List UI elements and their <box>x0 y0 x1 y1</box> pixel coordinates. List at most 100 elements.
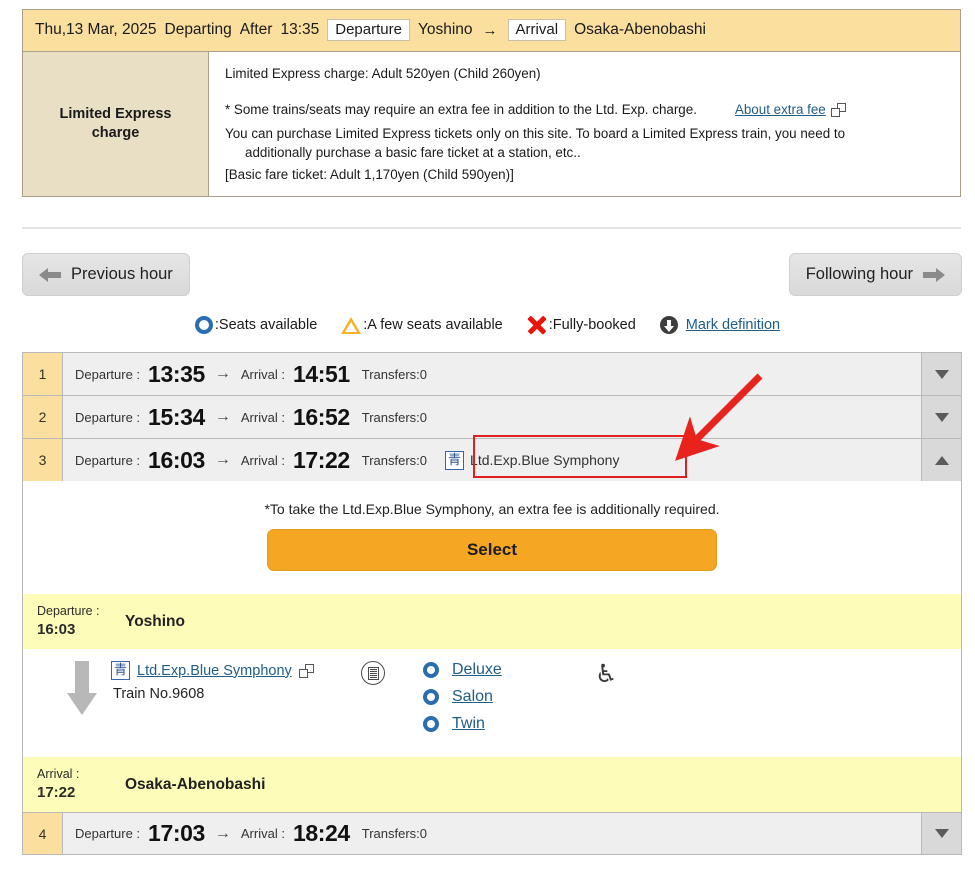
legend-fully-booked-label: :Fully-booked <box>548 317 636 333</box>
legend-fully-booked: :Fully-booked <box>527 315 636 335</box>
arrival-time: 17:22 <box>292 446 350 473</box>
previous-hour-button[interactable]: Previous hour <box>22 253 190 296</box>
route-arrow-icon: → <box>214 824 231 842</box>
chevron-down-icon <box>934 412 949 422</box>
train-number: Train No.9608 <box>113 686 205 703</box>
row-index: 1 <box>23 353 63 395</box>
after-label: After <box>239 21 273 38</box>
row-index: 3 <box>23 439 63 481</box>
departure-label: Departure : <box>75 409 141 425</box>
mark-definition-link[interactable]: Mark definition <box>686 317 780 333</box>
arrival-time-block: Arrival : 17:22 <box>37 766 125 803</box>
circle-ring-icon <box>423 689 439 706</box>
search-summary-box: Thu,13 Mar, 2025 Departing After 13:35 D… <box>22 9 961 198</box>
departure-label: Departure : <box>75 826 141 842</box>
availability-legend: :Seats available :A few seats available … <box>0 315 975 335</box>
route-arrow-icon: → <box>214 408 231 425</box>
x-mark-icon <box>527 315 547 335</box>
chevron-up-icon <box>934 455 949 465</box>
circle-ring-icon <box>194 316 213 334</box>
seat-class-list: Deluxe Salon Twin <box>423 661 573 733</box>
search-date: Thu,13 Mar, 2025 <box>35 21 157 38</box>
list-item[interactable]: Salon <box>423 688 573 706</box>
arrow-left-icon <box>39 267 61 282</box>
row-summary: Departure : 17:03 → Arrival : 18:24 Tran… <box>63 813 921 854</box>
transfers-count: Transfers:0 <box>361 826 428 842</box>
seat-class-salon[interactable]: Salon <box>452 688 493 706</box>
row-expand-toggle[interactable] <box>921 353 961 395</box>
limited-express-charge-row: Limited Express charge Limited Express ch… <box>23 52 960 197</box>
arrival-time: 18:24 <box>292 820 350 847</box>
departure-tag: Departure <box>327 19 410 41</box>
table-row[interactable]: 4 Departure : 17:03 → Arrival : 18:24 Tr… <box>22 812 962 856</box>
departure-time: 17:03 <box>148 820 205 847</box>
about-extra-fee-link[interactable]: About extra fee <box>735 100 826 119</box>
row-collapse-toggle[interactable] <box>921 439 961 481</box>
list-item[interactable]: Deluxe <box>423 661 573 679</box>
hour-navigation: Previous hour Following hour <box>22 253 962 297</box>
seat-class-twin[interactable]: Twin <box>452 715 485 733</box>
departure-time: 16:03 <box>148 446 205 473</box>
arrival-time: 14:51 <box>292 360 350 387</box>
arrival-label: Arrival : <box>240 366 285 382</box>
following-hour-button[interactable]: Following hour <box>788 253 962 296</box>
previous-hour-label: Previous hour <box>71 265 173 283</box>
route-arrow-icon: → <box>214 365 231 382</box>
route-arrow-icon: → <box>214 451 231 468</box>
extra-fee-note: * Some trains/seats may require an extra… <box>225 102 697 118</box>
arrow-right-icon <box>923 267 945 282</box>
circle-ring-icon <box>423 662 439 679</box>
extra-fee-note-line: * Some trains/seats may require an extra… <box>225 100 946 119</box>
leg-train-title: 青 Ltd.Exp.Blue Symphony <box>111 661 361 681</box>
itinerary-departure-row: Departure : 16:03 Yoshino <box>23 594 961 650</box>
select-button-container: Select <box>23 529 961 594</box>
legend-few-seats-label: :A few seats available <box>363 317 503 333</box>
purchase-note-line2: additionally purchase a basic fare ticke… <box>245 145 581 161</box>
row-summary: Departure : 13:35 → Arrival : 14:51 Tran… <box>63 353 921 395</box>
popup-window-icon <box>298 663 314 678</box>
row-expand-toggle[interactable] <box>921 396 961 438</box>
arrival-label: Arrival : <box>37 767 80 782</box>
mark-definition-item[interactable]: Mark definition <box>659 316 780 334</box>
fee-row-label: Limited Express charge <box>23 52 209 197</box>
departure-time: 13:35 <box>148 360 205 387</box>
transfers-count: Transfers:0 <box>361 366 428 382</box>
arrival-label: Arrival : <box>240 826 285 842</box>
table-row[interactable]: 1 Departure : 13:35 → Arrival : 14:51 Tr… <box>22 352 962 395</box>
select-button[interactable]: Select <box>267 529 717 571</box>
fee-details: Limited Express charge: Adult 520yen (Ch… <box>209 52 960 196</box>
arrival-tag: Arrival <box>507 19 567 41</box>
search-criteria-bar: Thu,13 Mar, 2025 Departing After 13:35 D… <box>23 10 960 52</box>
expanded-itinerary-detail: *To take the Ltd.Exp.Blue Symphony, an e… <box>22 481 962 813</box>
section-divider <box>22 227 961 229</box>
itinerary-arrival-row: Arrival : 17:22 Osaka-Abenobashi <box>23 757 961 813</box>
row-expand-toggle[interactable] <box>921 813 961 855</box>
train-name: Ltd.Exp.Blue Symphony <box>470 452 620 468</box>
departure-label: Departure : <box>37 604 100 618</box>
arrival-label: Arrival : <box>240 409 285 425</box>
following-hour-label: Following hour <box>805 265 913 283</box>
seat-class-deluxe[interactable]: Deluxe <box>452 661 502 679</box>
departing-label: Departing <box>164 21 232 38</box>
direction-arrow-icon: → <box>482 21 498 39</box>
transfers-count: Transfers:0 <box>361 409 428 425</box>
departure-label: Departure : <box>75 366 141 382</box>
circle-ring-icon <box>423 716 439 733</box>
table-row[interactable]: 2 Departure : 15:34 → Arrival : 16:52 Tr… <box>22 395 962 438</box>
results-list: 1 Departure : 13:35 → Arrival : 14:51 Tr… <box>22 352 962 856</box>
departure-station-name: Yoshino <box>125 612 185 630</box>
leg-train-info: 青 Ltd.Exp.Blue Symphony Train No.9608 <box>111 661 361 702</box>
table-row-selected[interactable]: 3 Departure : 16:03 → Arrival : 17:22 Tr… <box>22 438 962 481</box>
charge-amount-line: Limited Express charge: Adult 520yen (Ch… <box>225 66 541 81</box>
wheelchair-accessible-icon: ♿ <box>595 659 618 689</box>
train-detail-link[interactable]: Ltd.Exp.Blue Symphony <box>137 663 292 679</box>
arrival-label: Arrival : <box>240 452 285 468</box>
purchase-note-line1: You can purchase Limited Express tickets… <box>225 126 846 142</box>
purchase-note: You can purchase Limited Express tickets… <box>225 124 946 162</box>
arrival-time: 16:52 <box>292 403 350 430</box>
basic-fare-line: [Basic fare ticket: Adult 1,170yen (Chil… <box>225 167 514 183</box>
list-item[interactable]: Twin <box>423 715 573 733</box>
row-index: 4 <box>23 813 63 855</box>
legend-seats-available-label: :Seats available <box>214 317 318 333</box>
after-time: 13:35 <box>280 21 320 38</box>
